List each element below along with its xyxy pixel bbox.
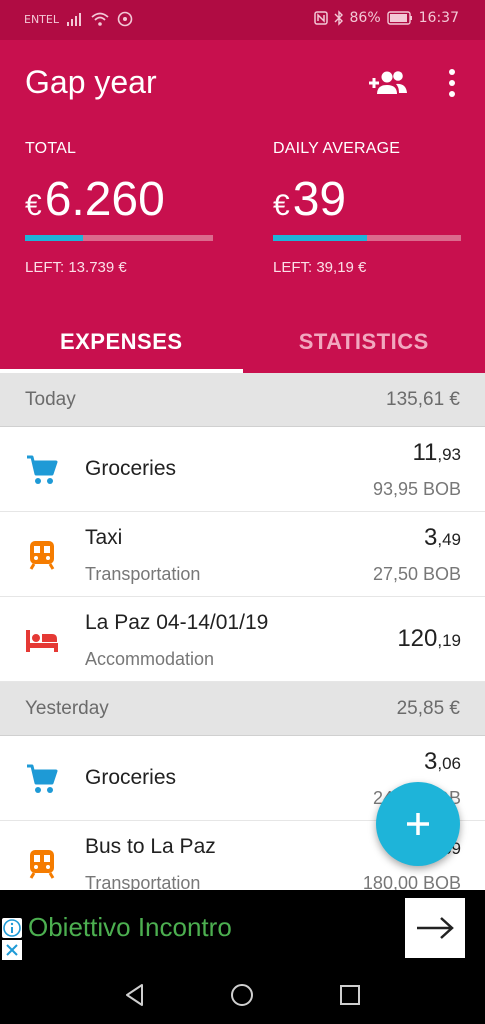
expense-row[interactable]: Taxi Transportation 3,49 27,50 BOB	[0, 512, 485, 597]
total-summary: TOTAL € 6.260 LEFT: 13.739 €	[25, 140, 213, 276]
add-expense-button[interactable]	[376, 782, 460, 866]
total-amount: 6.260	[44, 173, 165, 226]
expense-row[interactable]: Groceries 11,93 93,95 BOB	[0, 427, 485, 512]
expense-name: La Paz 04-14/01/19	[85, 611, 269, 634]
total-currency: €	[25, 189, 42, 222]
home-icon[interactable]	[229, 982, 255, 1008]
expense-amount: 11,93	[412, 439, 461, 466]
daily-currency: €	[273, 189, 290, 222]
train-icon	[25, 539, 59, 571]
page-title: Gap year	[25, 64, 157, 100]
daily-label: DAILY AVERAGE	[273, 140, 401, 157]
cart-icon	[25, 763, 59, 795]
expense-original-amount: 27,50 BOB	[372, 564, 461, 584]
ad-info-icon[interactable]	[2, 918, 22, 938]
app-header: Gap year TOTAL € 6.260 LEFT: 13.739 € DA…	[0, 40, 485, 373]
expense-category: Accommodation	[85, 649, 215, 669]
signal-icon	[66, 12, 83, 26]
battery-icon	[386, 11, 413, 25]
status-bar: ENTEL 86% 16:37	[0, 0, 485, 40]
expense-name: Bus to La Paz	[85, 835, 216, 858]
daily-summary: DAILY AVERAGE € 39 LEFT: 39,19 €	[273, 140, 461, 276]
expense-amount: 3,49	[424, 524, 461, 551]
expense-amount: 3,06	[424, 748, 461, 775]
expense-row[interactable]: La Paz 04-14/01/19 Accommodation 120,19	[0, 597, 485, 682]
tab-statistics[interactable]: STATISTICS	[243, 310, 485, 373]
battery-percent: 86%	[349, 10, 381, 26]
daily-progress-fill	[273, 235, 367, 241]
ad-text[interactable]: Obiettivo Incontro	[28, 912, 232, 943]
add-person-icon[interactable]	[368, 68, 408, 98]
total-progress-fill	[25, 235, 84, 241]
nfc-icon	[313, 11, 328, 25]
daily-progress-bar	[273, 235, 461, 241]
day-total: 25,85 €	[396, 697, 460, 719]
bluetooth-icon	[334, 10, 344, 26]
day-header-today: Today 135,61 €	[0, 373, 485, 427]
expense-original-amount: 93,95 BOB	[372, 479, 461, 499]
plus-icon	[407, 813, 429, 835]
total-progress-bar	[25, 235, 213, 241]
tab-expenses[interactable]: EXPENSES	[0, 310, 243, 373]
clock: 16:37	[418, 10, 459, 26]
ad-close-icon[interactable]	[2, 940, 22, 960]
arrow-right-icon[interactable]	[405, 898, 465, 958]
day-label: Today	[25, 388, 76, 410]
expense-name: Groceries	[85, 457, 177, 480]
carrier-label: ENTEL	[24, 12, 59, 26]
system-nav-bar	[0, 966, 485, 1024]
hotspot-icon	[117, 11, 133, 27]
expense-amount: 120,19	[397, 625, 461, 652]
daily-amount: 39	[292, 173, 347, 226]
total-label: TOTAL	[25, 140, 77, 157]
more-vert-icon[interactable]	[440, 66, 464, 100]
recents-icon[interactable]	[337, 982, 363, 1008]
day-total: 135,61 €	[386, 388, 460, 410]
back-icon[interactable]	[122, 982, 148, 1008]
bed-icon	[25, 624, 59, 656]
day-label: Yesterday	[25, 697, 109, 719]
tab-bar: EXPENSES STATISTICS	[0, 310, 485, 373]
wifi-icon	[91, 12, 109, 26]
expense-name: Taxi	[85, 526, 123, 549]
expense-category: Transportation	[85, 564, 201, 584]
total-value: € 6.260	[25, 172, 213, 227]
ad-banner[interactable]: Obiettivo Incontro	[0, 890, 485, 966]
day-header-yesterday: Yesterday 25,85 €	[0, 682, 485, 736]
expense-name: Groceries	[85, 766, 177, 789]
cart-icon	[25, 454, 59, 486]
daily-left: LEFT: 39,19 €	[273, 259, 367, 276]
train-icon	[25, 848, 59, 880]
total-left: LEFT: 13.739 €	[25, 259, 127, 276]
daily-value: € 39	[273, 172, 461, 227]
